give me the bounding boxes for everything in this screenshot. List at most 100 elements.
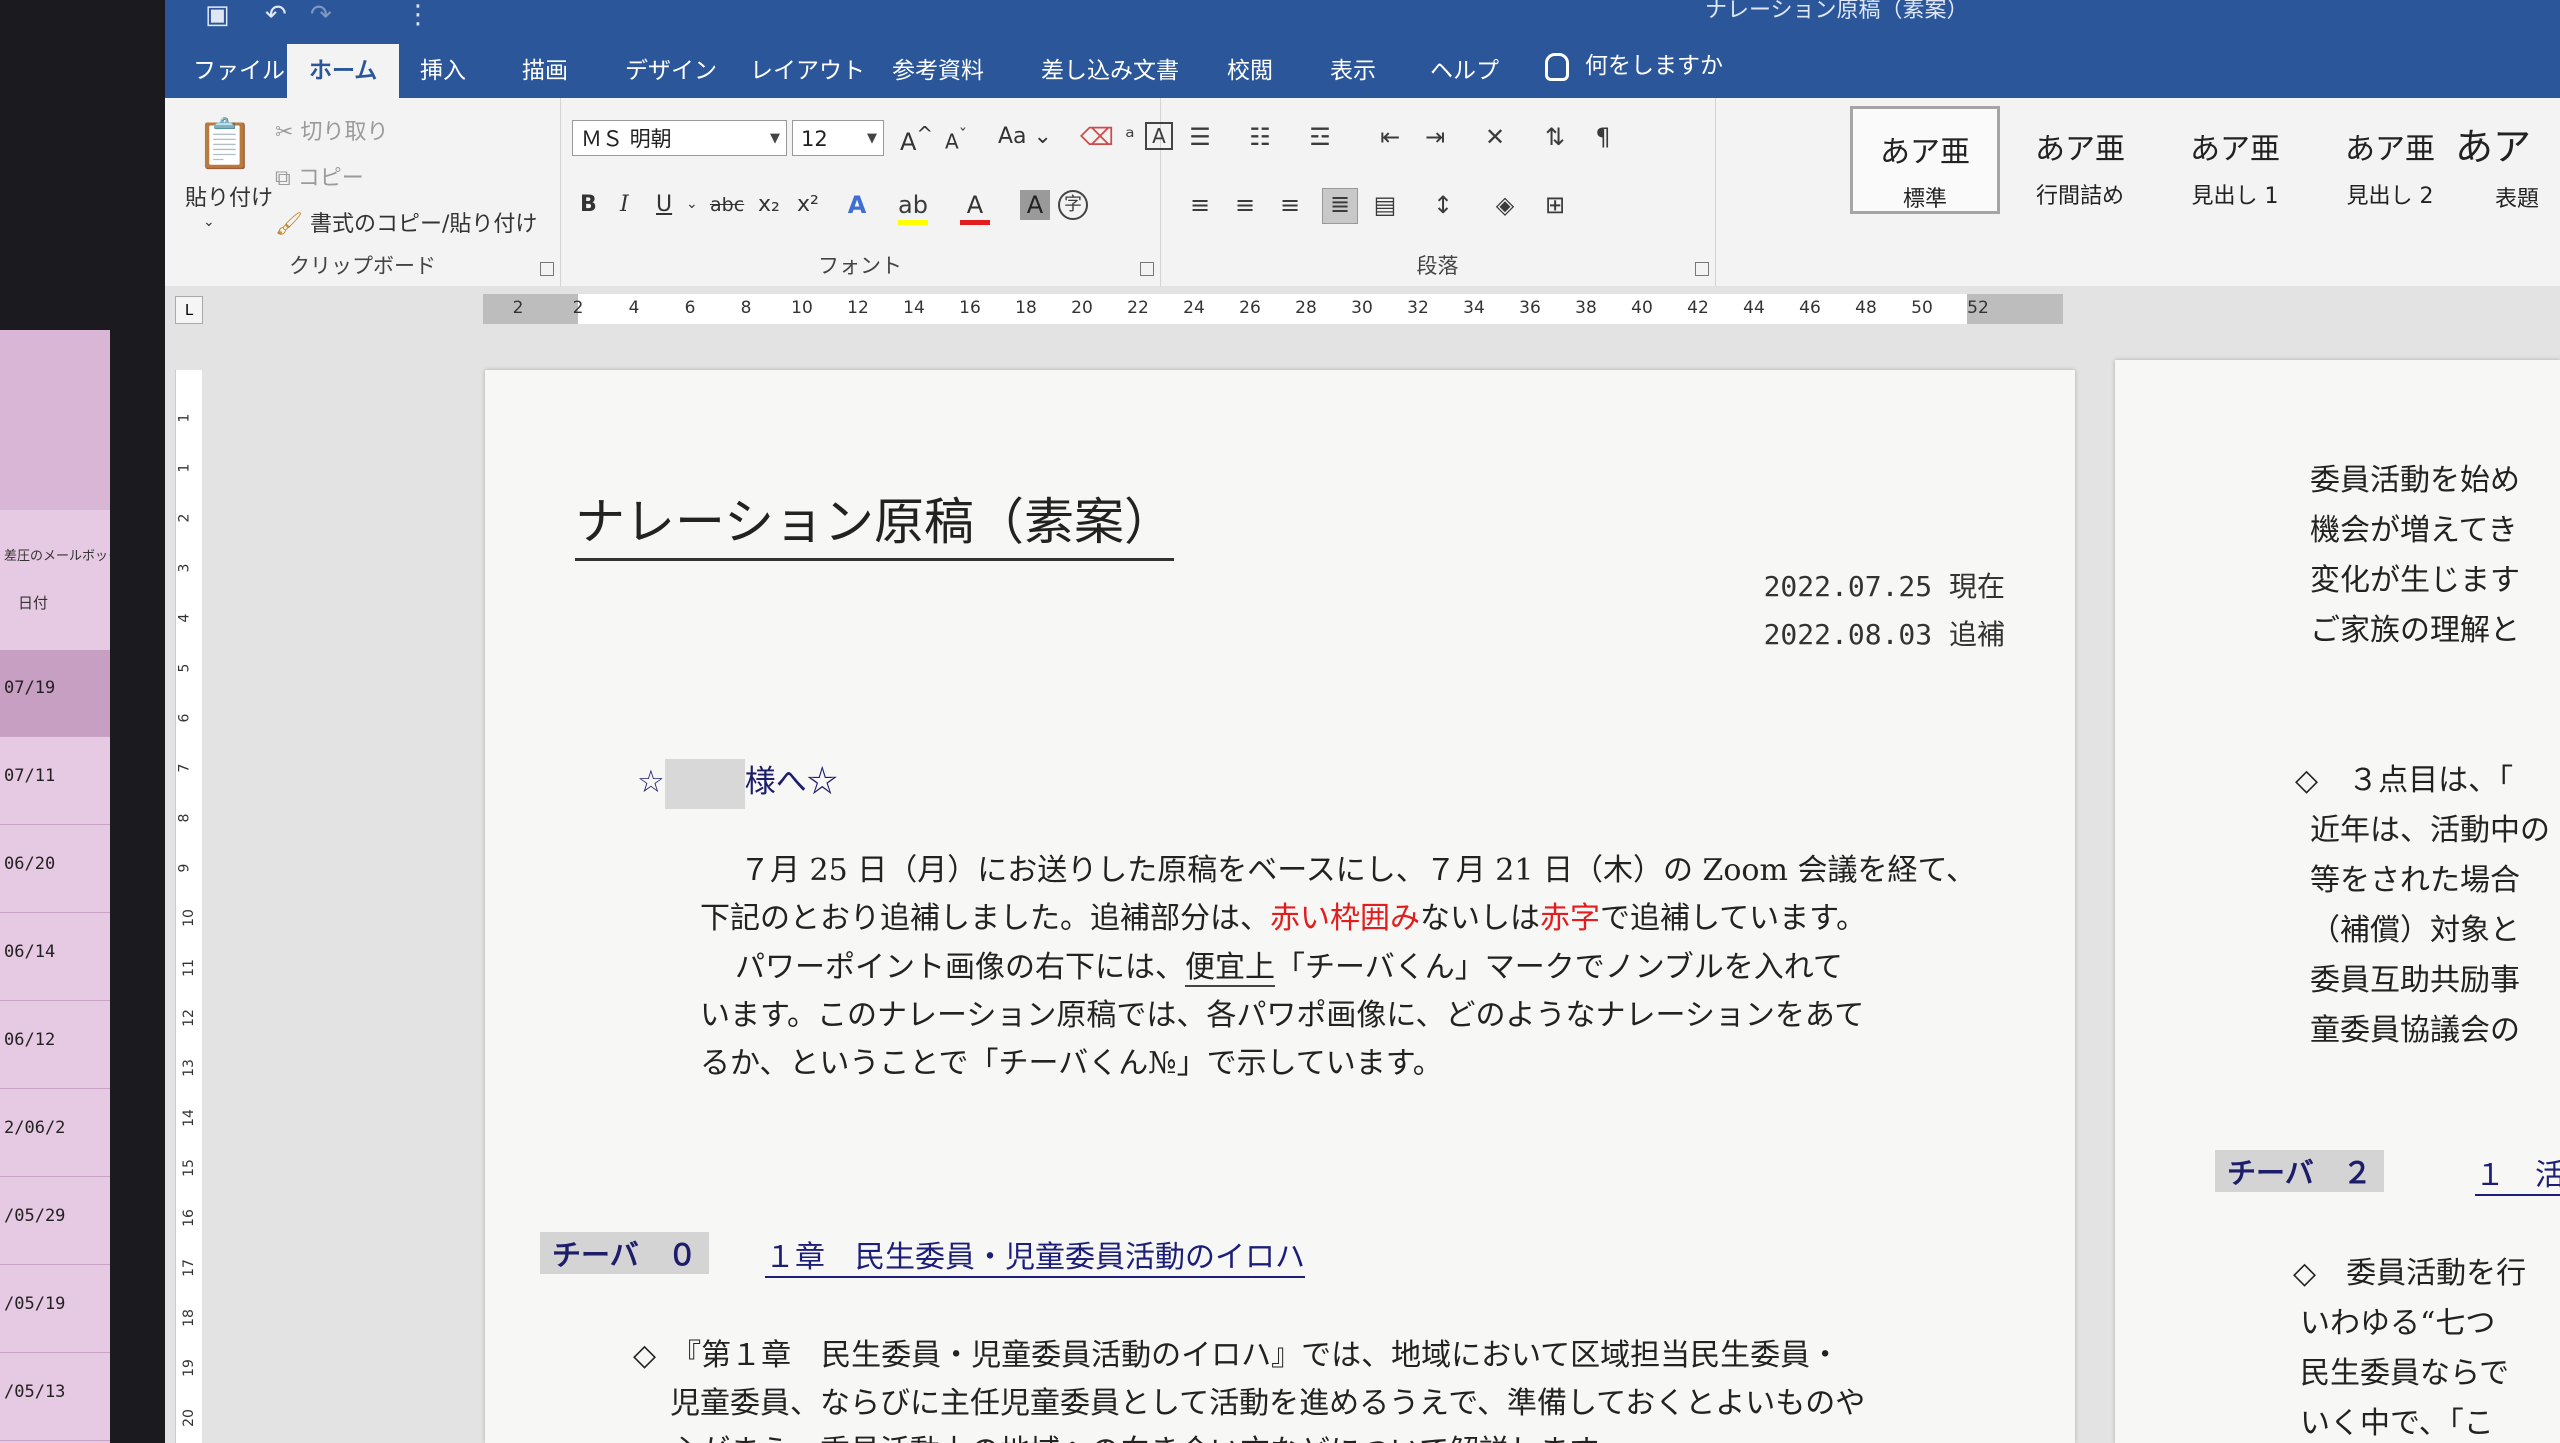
align-left-icon[interactable]: ≡ — [1185, 190, 1215, 220]
vertical-ruler-tick-label: 1 — [176, 413, 193, 423]
cut-button[interactable]: ✂ 切り取り — [275, 114, 388, 146]
vertical-ruler-tick-label: 2 — [176, 513, 193, 523]
mail-list-item[interactable]: 07/19 — [0, 650, 110, 737]
tab-layout[interactable]: レイアウト — [750, 44, 865, 98]
strikethrough-button[interactable]: abc — [710, 194, 744, 216]
character-shading-icon[interactable]: A — [1020, 190, 1050, 220]
format-painter-button[interactable]: 🖌 書式のコピー/貼り付け — [275, 206, 537, 238]
align-right-icon[interactable]: ≡ — [1275, 190, 1305, 220]
document-page[interactable]: ナレーション原稿（素案） 2022.07.25 現在 2022.08.03 追補… — [485, 370, 2075, 1443]
style-heading-1[interactable]: あア亜 見出し 1 — [2160, 106, 2310, 214]
bold-button[interactable]: B — [580, 192, 597, 217]
align-center-icon[interactable]: ≡ — [1230, 190, 1260, 220]
mail-date: /05/13 — [4, 1382, 66, 1402]
tab-mailings[interactable]: 差し込み文書 — [1041, 44, 1179, 98]
vertical-ruler-tick-label: 16 — [180, 1209, 197, 1227]
ruler-tick-label: 4 — [628, 298, 640, 318]
font-color-icon[interactable]: A — [960, 190, 990, 225]
phonetic-guide-icon[interactable]: ᵃ — [1115, 122, 1145, 152]
asian-layout-icon[interactable]: ✕ — [1480, 122, 1510, 152]
paste-dropdown-icon[interactable]: ⌄ — [203, 214, 215, 230]
subscript-button[interactable]: x₂ — [758, 192, 780, 217]
p2-line: 委員活動を始め — [2310, 463, 2520, 498]
tab-view[interactable]: 表示 — [1330, 44, 1376, 98]
copy-button[interactable]: ⧉ コピー — [275, 160, 364, 192]
redo-icon[interactable]: ↷ — [310, 0, 332, 30]
mail-list-item[interactable]: /05/13 — [0, 1354, 110, 1441]
change-case-button[interactable]: Aa ⌄ — [998, 124, 1052, 149]
text-run: ないしは — [1420, 901, 1540, 936]
paragraph-dialog-launcher[interactable] — [1695, 262, 1709, 276]
highlight-icon[interactable]: ab — [898, 190, 928, 225]
ruler-tick-label: 30 — [1351, 298, 1373, 318]
tab-references[interactable]: 参考資料 — [892, 44, 984, 98]
enclosed-character-icon[interactable]: 字 — [1058, 190, 1088, 220]
font-size-combo[interactable]: 12 ▼ — [792, 120, 884, 156]
paste-icon[interactable]: 📋 — [195, 116, 255, 172]
grow-font-button[interactable]: A^ — [900, 122, 933, 156]
underline-dropdown-icon[interactable]: ⌄ — [686, 196, 698, 212]
ruler-tick-label: 20 — [1071, 298, 1093, 318]
borders-icon[interactable]: ⊞ — [1540, 190, 1570, 220]
sort-dropdown[interactable]: 日付 — [18, 592, 48, 613]
text-effects-icon[interactable]: A — [842, 190, 872, 220]
shading-icon[interactable]: ◈ — [1490, 190, 1520, 220]
tab-design[interactable]: デザイン — [625, 44, 717, 98]
bullets-icon[interactable]: ☰ — [1185, 122, 1215, 152]
mail-list-item[interactable]: /05/19 — [0, 1266, 110, 1353]
paste-button[interactable]: 貼り付け — [185, 180, 273, 212]
tab-file[interactable]: ファイル — [193, 44, 285, 98]
undo-icon[interactable]: ↶ — [265, 0, 287, 30]
font-dialog-launcher[interactable] — [1140, 262, 1154, 276]
mail-list-item[interactable]: 07/11 — [0, 738, 110, 825]
font-name-combo[interactable]: ＭＳ 明朝 ▼ — [572, 120, 787, 156]
clipboard-dialog-launcher[interactable] — [540, 262, 554, 276]
vertical-ruler-tick-label: 9 — [176, 863, 193, 873]
decrease-indent-icon[interactable]: ⇤ — [1375, 122, 1405, 152]
mail-list-item[interactable]: 06/20 — [0, 826, 110, 913]
style-heading-2[interactable]: あア亜 見出し 2 — [2315, 106, 2465, 214]
tab-help[interactable]: ヘルプ — [1430, 44, 1499, 98]
italic-button[interactable]: I — [620, 192, 629, 217]
multilevel-list-icon[interactable]: ☲ — [1305, 122, 1335, 152]
horizontal-ruler[interactable]: 2 2 4 6 8 10 12 14 16 18 20 22 24 26 28 30 32 34 36 38 40 42 4… — [483, 294, 2063, 324]
tab-selector[interactable]: L — [175, 296, 203, 324]
justify-icon[interactable]: ≣ — [1322, 188, 1358, 224]
style-normal[interactable]: あア亜 標準 — [1850, 106, 2000, 214]
tab-review[interactable]: 校閲 — [1227, 44, 1273, 98]
document-heading: ナレーション原稿（素案） — [575, 482, 1174, 561]
line-spacing-icon[interactable]: ↕ — [1428, 190, 1458, 220]
vertical-ruler[interactable]: 1 1 2 3 4 5 6 7 8 9 10 11 12 13 14 15 16 17 18 19 20 — [175, 370, 202, 1443]
scissors-icon: ✂ — [275, 120, 301, 145]
underline-button[interactable]: U — [656, 192, 672, 217]
save-icon[interactable]: ▣ — [205, 0, 230, 30]
show-formatting-icon[interactable]: ¶ — [1588, 122, 1618, 152]
style-title[interactable]: あア 表題 — [2455, 106, 2560, 214]
shrink-font-button[interactable]: Aˇ — [945, 126, 967, 154]
document-page-2[interactable]: 委員活動を始め 機会が増えてき 変化が生じます ご家族の理解と ◇ ３点目は、「… — [2115, 360, 2560, 1443]
p2-line: いく中で、「こ — [2300, 1406, 2494, 1441]
ruler-tick-label: 14 — [903, 298, 925, 318]
clear-formatting-icon[interactable]: ⌫ — [1080, 122, 1114, 152]
mail-list-item[interactable]: /05/29 — [0, 1178, 110, 1265]
tab-draw[interactable]: 描画 — [522, 44, 568, 98]
chevron-down-icon: ▼ — [770, 131, 780, 146]
tell-me-search[interactable]: 何をしますか — [1545, 46, 1723, 81]
mail-list-item[interactable]: 06/12 — [0, 1002, 110, 1089]
font-group: ＭＳ 明朝 ▼ 12 ▼ A^ Aˇ Aa ⌄ ⌫ ᵃ A B I U ⌄ abc … — [560, 98, 1173, 286]
tab-home[interactable]: ホーム — [287, 44, 400, 98]
customize-quick-access-icon[interactable]: ⋮ — [405, 0, 431, 30]
style-no-spacing[interactable]: あア亜 行間詰め — [2005, 106, 2155, 214]
numbering-icon[interactable]: ☷ — [1245, 122, 1275, 152]
style-preview: あア — [2455, 125, 2532, 169]
mail-date: 06/14 — [4, 942, 56, 962]
superscript-button[interactable]: x² — [797, 192, 819, 217]
chiba-number-tag: チーバ ２ — [2215, 1150, 2384, 1192]
change-case-label: Aa — [998, 124, 1027, 149]
distributed-icon[interactable]: ▤ — [1370, 190, 1400, 220]
mail-list-item[interactable]: 2/06/2 — [0, 1090, 110, 1177]
sort-icon[interactable]: ⇅ — [1540, 122, 1570, 152]
increase-indent-icon[interactable]: ⇥ — [1420, 122, 1450, 152]
mail-list-item[interactable]: 06/14 — [0, 914, 110, 1001]
tab-insert[interactable]: 挿入 — [420, 44, 466, 98]
